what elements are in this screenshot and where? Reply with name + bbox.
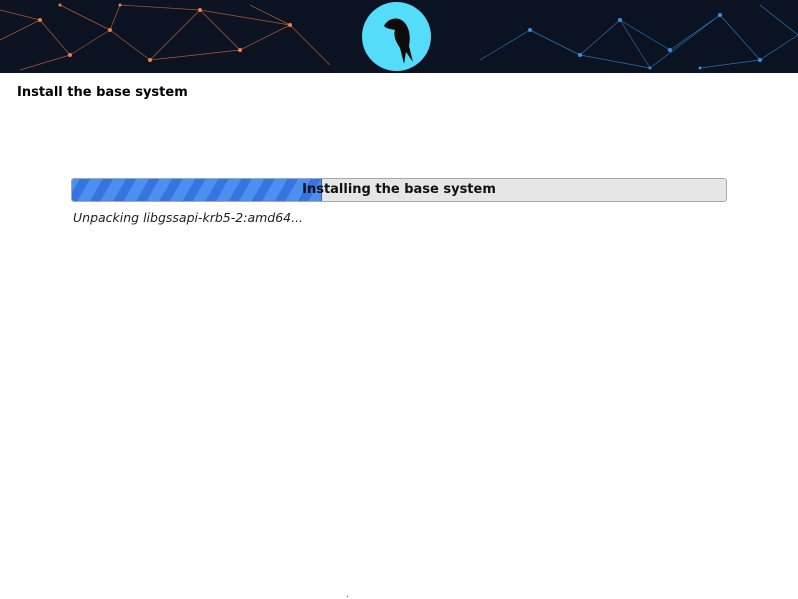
page-title: Install the base system: [17, 85, 188, 100]
status-text: Unpacking libgssapi-krb5-2:amd64...: [73, 210, 304, 225]
stray-pixel: [347, 596, 348, 597]
header-banner: [0, 0, 798, 73]
install-progress-bar: Installing the base system: [71, 178, 727, 202]
parrot-logo-icon: [362, 2, 431, 71]
progress-label: Installing the base system: [302, 182, 496, 197]
